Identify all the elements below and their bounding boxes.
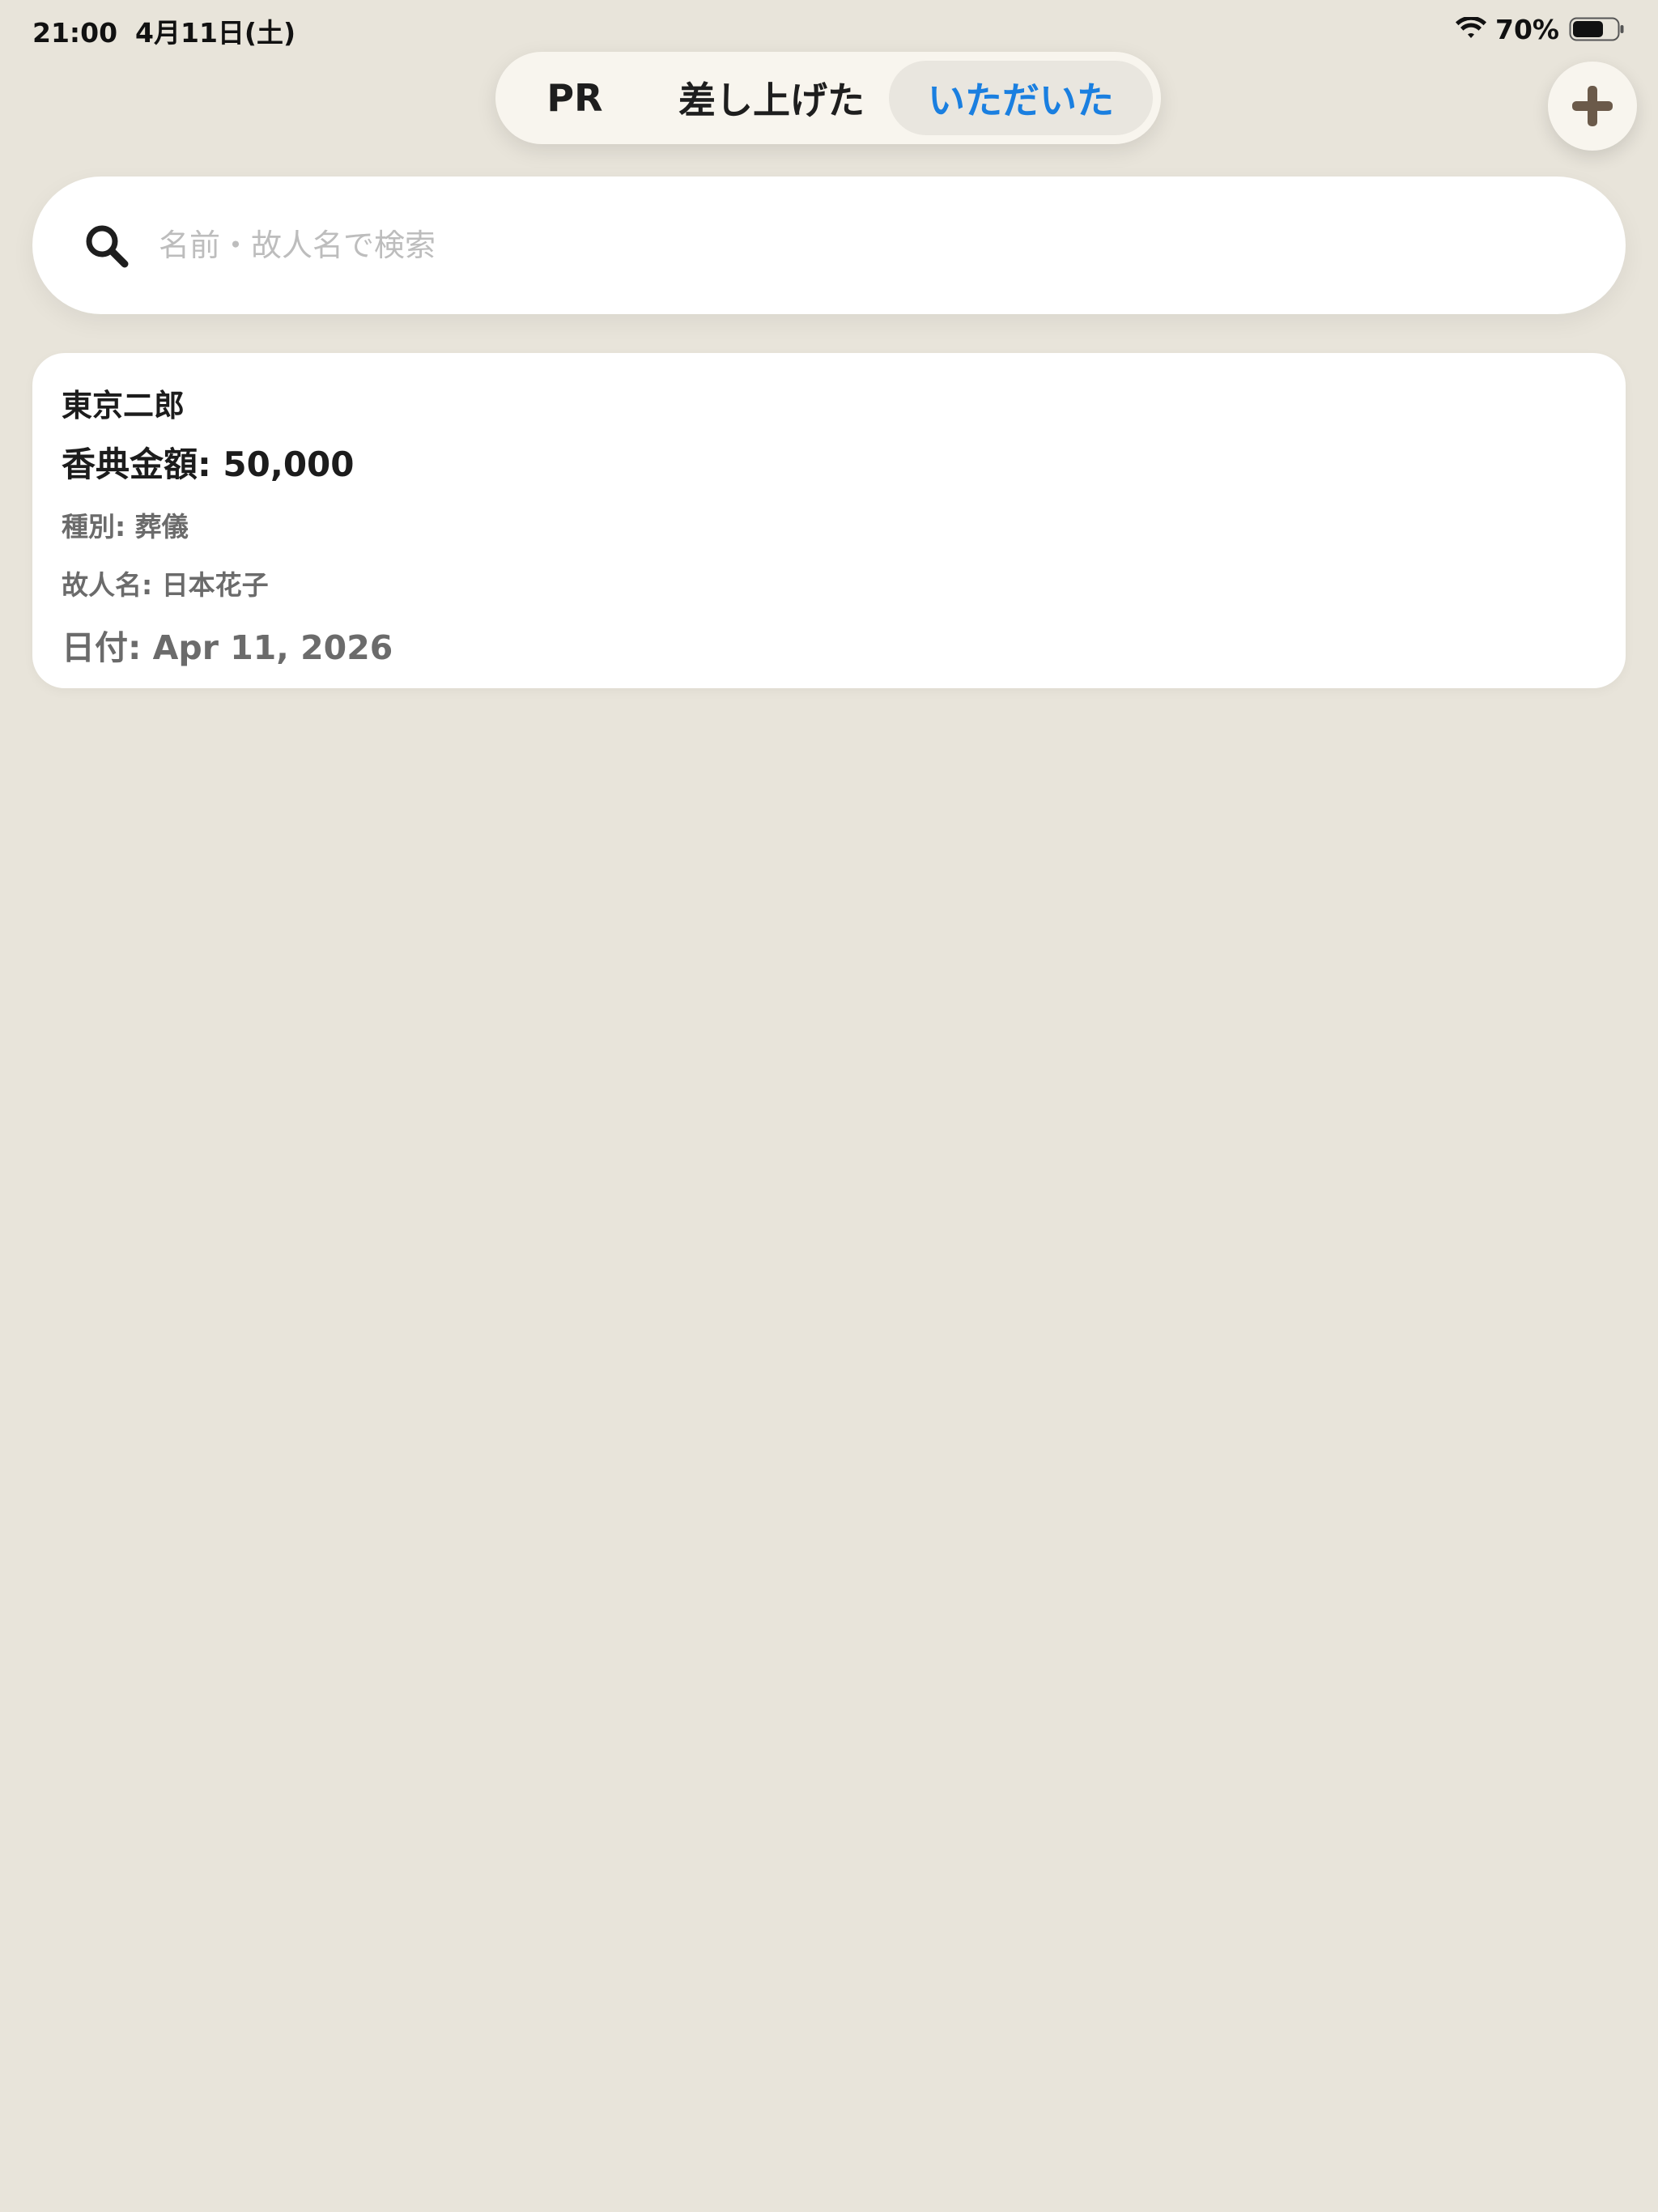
- plus-icon: [1572, 86, 1613, 126]
- add-button[interactable]: [1548, 62, 1637, 151]
- tab-given[interactable]: 差し上げた: [638, 61, 905, 135]
- tab-pr[interactable]: PR: [512, 61, 638, 135]
- wifi-icon: [1456, 17, 1486, 38]
- segmented-control: PR 差し上げた いただいた: [495, 52, 1161, 144]
- record-type: 種別: 葬儀: [62, 511, 189, 542]
- status-bar: 21:00 4月11日(土) 70%: [0, 0, 1658, 57]
- status-date: 4月11日(土): [135, 17, 296, 49]
- search-icon: [86, 225, 129, 268]
- record-date: 日付: Apr 11, 2026: [62, 628, 393, 667]
- record-deceased-name: 故人名: 日本花子: [62, 569, 269, 601]
- battery-percent: 70%: [1495, 13, 1559, 45]
- record-card[interactable]: 東京二郎 香典金額: 50,000 種別: 葬儀 故人名: 日本花子 日付: A…: [32, 353, 1626, 688]
- status-time: 21:00 4月11日(土): [32, 11, 295, 50]
- search-input[interactable]: [159, 209, 1584, 282]
- tab-received[interactable]: いただいた: [889, 61, 1153, 135]
- record-amount: 香典金額: 50,000: [62, 445, 355, 484]
- status-clock: 21:00: [32, 17, 118, 49]
- search-bar: [32, 177, 1626, 314]
- record-name: 東京二郎: [62, 388, 185, 423]
- status-indicators: 70%: [1455, 11, 1626, 47]
- battery-icon: [1569, 17, 1624, 41]
